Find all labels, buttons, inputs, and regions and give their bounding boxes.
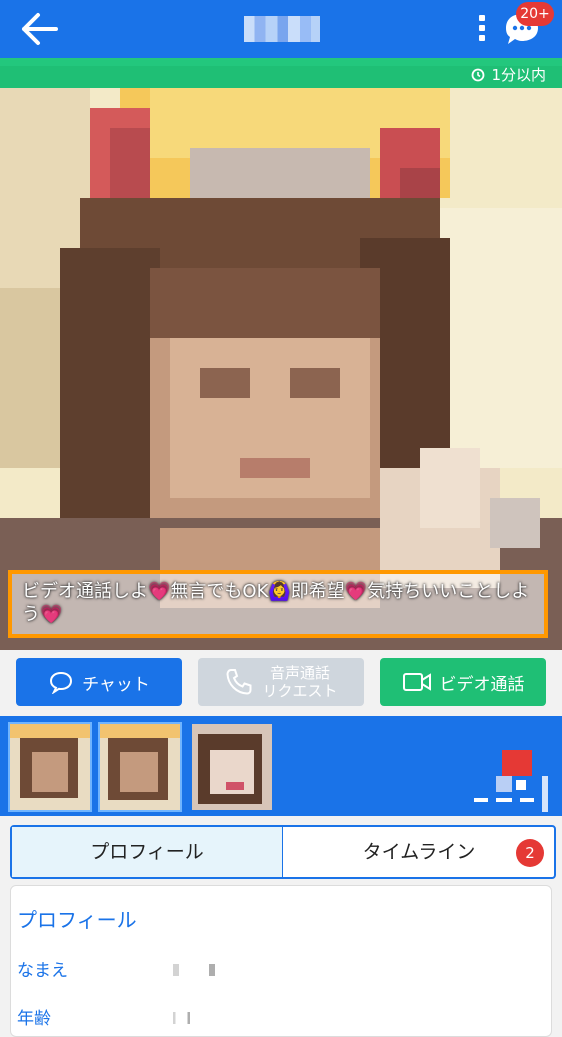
online-status-bar: 1分以内 <box>0 58 562 88</box>
profile-card: プロフィール なまえ 年齢 <box>10 885 552 1037</box>
profile-card-title: プロフィール <box>17 908 137 932</box>
user-name-title-blurred <box>244 16 320 42</box>
voice-call-label: 音声通話 リクエスト <box>262 664 338 700</box>
caption-text: ビデオ通話しよ💗無言でもOK🙆‍♀️即希望💗気持ちいいことしよう💗 <box>22 581 530 625</box>
kebab-menu-icon[interactable] <box>474 12 490 46</box>
phone-icon <box>226 669 252 695</box>
tab-timeline-label: タイムライン <box>362 841 476 863</box>
profile-tabs: プロフィール タイムライン 2 <box>10 825 556 879</box>
video-call-label: ビデオ通話 <box>439 674 525 695</box>
clock-icon <box>472 68 485 81</box>
tab-timeline[interactable]: タイムライン 2 <box>284 827 554 877</box>
timeline-count-badge: 2 <box>516 839 544 867</box>
tab-profile[interactable]: プロフィール <box>12 827 283 877</box>
profile-photo[interactable]: ビデオ通話しよ💗無言でもOK🙆‍♀️即希望💗気持ちいいことしよう💗 <box>0 88 562 650</box>
speech-bubble-icon <box>50 671 73 694</box>
profile-caption: ビデオ通話しよ💗無言でもOK🙆‍♀️即希望💗気持ちいいことしよう💗 <box>8 570 548 638</box>
thumbnail-photo[interactable] <box>98 722 182 812</box>
app-header: 20+ <box>0 0 562 58</box>
chat-button-label: チャット <box>82 674 150 695</box>
action-buttons-row: チャット 音声通話 リクエスト ビデオ通話 <box>0 650 562 716</box>
last-login-indicator: 1分以内 <box>471 64 546 85</box>
arrow-left-icon <box>22 13 58 45</box>
photo-thumbnail-strip <box>0 716 562 816</box>
video-camera-icon <box>402 673 431 691</box>
field-value-age-blurred <box>173 1012 197 1024</box>
profile-photo-image <box>0 88 562 650</box>
field-value-name-blurred <box>173 964 233 976</box>
back-button[interactable] <box>18 10 62 48</box>
video-call-button[interactable]: ビデオ通話 <box>380 658 546 706</box>
message-count-badge: 20+ <box>516 2 554 26</box>
field-label-age: 年齢 <box>17 1009 51 1029</box>
thumbnail-photo[interactable] <box>190 722 274 812</box>
last-login-text: 1分以内 <box>491 66 546 84</box>
more-photos-thumbnail[interactable] <box>472 736 552 816</box>
chat-button[interactable]: チャット <box>16 658 182 706</box>
thumbnail-photo[interactable] <box>8 722 92 812</box>
voice-call-request-button[interactable]: 音声通話 リクエスト <box>198 658 364 706</box>
field-label-name: なまえ <box>17 961 68 981</box>
